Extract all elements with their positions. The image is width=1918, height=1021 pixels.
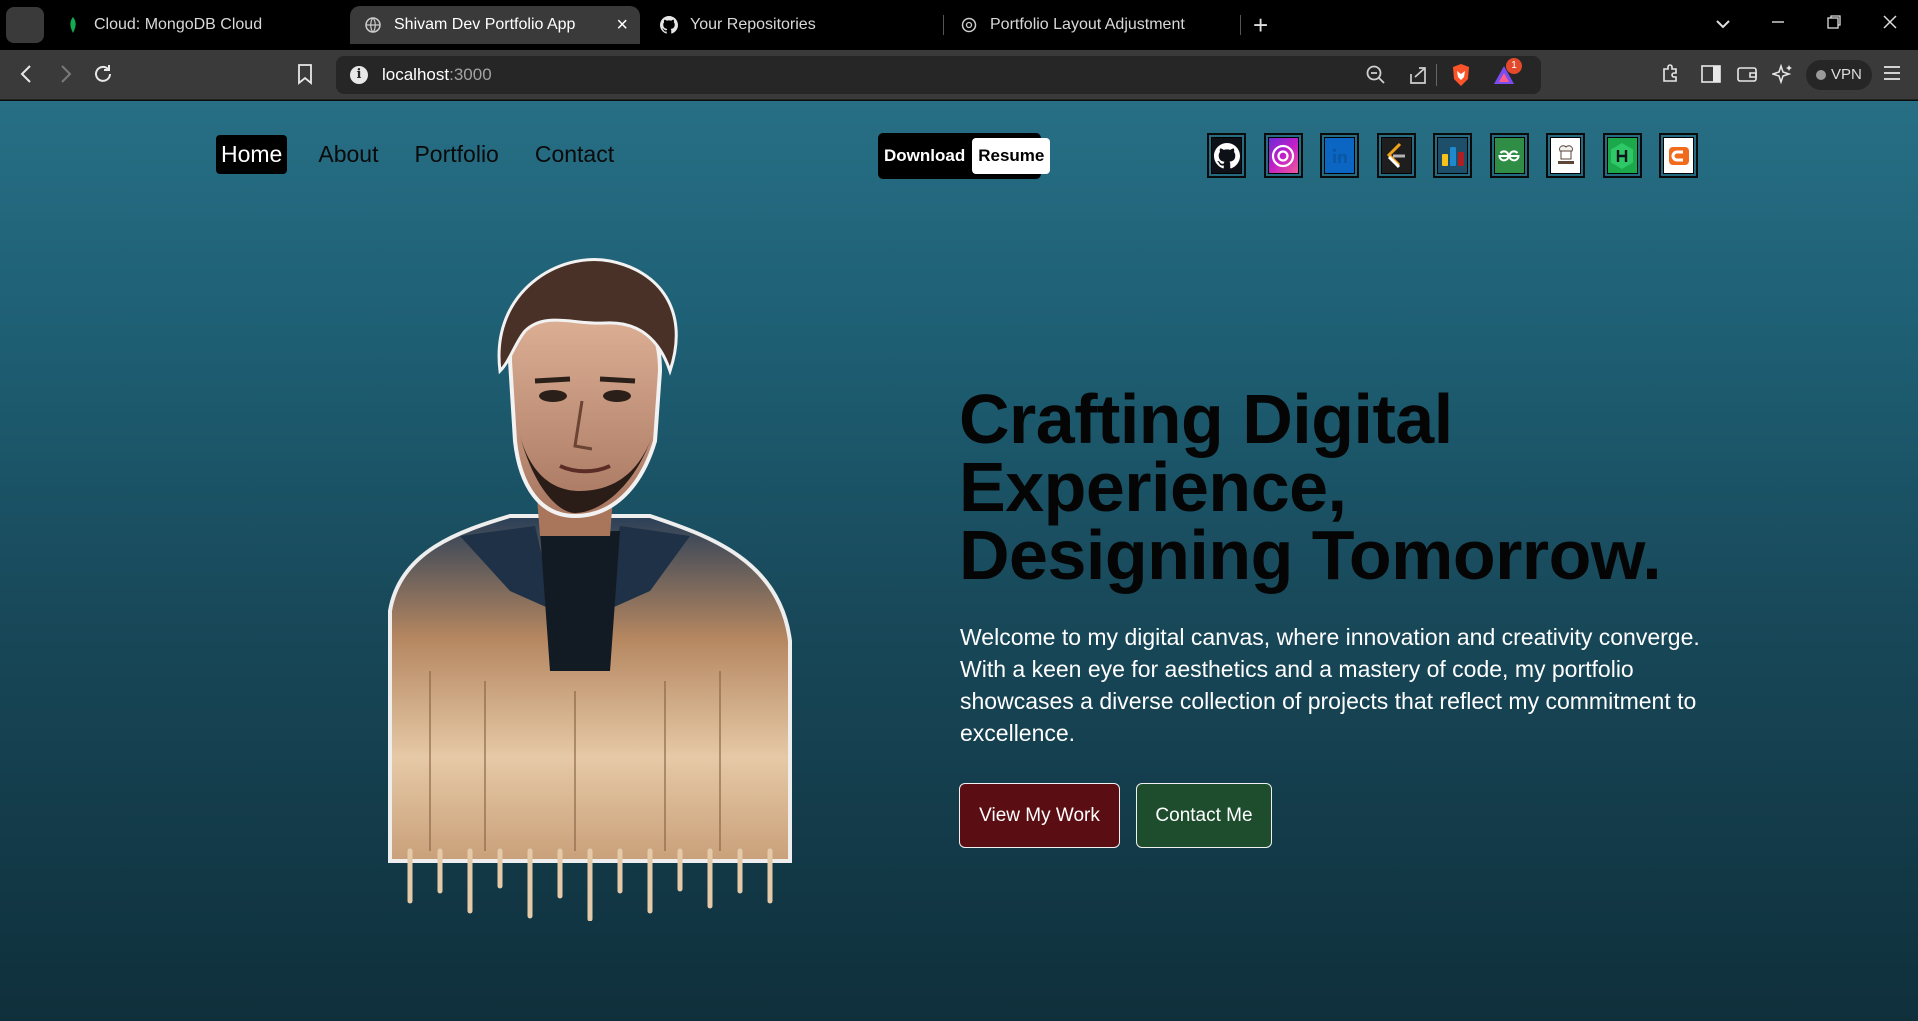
hero-title-line-1: Crafting Digital	[959, 380, 1453, 458]
social-links	[1207, 133, 1716, 178]
hero-description: Welcome to my digital canvas, where inno…	[960, 624, 1700, 746]
hackerrank-link[interactable]	[1602, 133, 1642, 178]
github-icon	[660, 16, 678, 34]
vpn-status-dot	[1816, 70, 1826, 80]
codeforces-link[interactable]	[1433, 133, 1472, 178]
share-icon[interactable]	[1408, 65, 1428, 89]
contact-me-button[interactable]: Contact Me	[1136, 783, 1272, 848]
notification-badge: 1	[1506, 58, 1522, 74]
mongodb-leaf-icon	[64, 16, 82, 34]
address-bar[interactable]: i localhost:3000 1	[336, 56, 1541, 94]
nav-portfolio[interactable]: Portfolio	[409, 135, 503, 174]
hero-title: Crafting Digital Experience, Designing T…	[959, 380, 1719, 594]
tab-title: Portfolio Layout Adjustment	[990, 16, 1185, 33]
leetcode-icon	[1380, 137, 1412, 174]
main-nav: Home About Portfolio Contact	[216, 135, 645, 174]
tab-separator	[1240, 15, 1241, 35]
download-label: Download	[884, 146, 966, 165]
url-separator	[1436, 64, 1437, 86]
tab-separator	[943, 15, 944, 35]
minimize-icon[interactable]	[1770, 12, 1786, 36]
hero-title-line-2: Experience,	[959, 448, 1347, 526]
close-icon[interactable]: ×	[616, 15, 628, 35]
nav-about[interactable]: About	[313, 135, 383, 174]
nav-home[interactable]: Home	[216, 135, 288, 174]
instagram-link[interactable]	[1263, 133, 1303, 178]
chatgpt-icon	[960, 16, 978, 34]
codingninjas-icon	[1663, 137, 1694, 174]
hackerrank-icon	[1606, 137, 1638, 174]
extensions-icon[interactable]	[1660, 63, 1682, 90]
tab-portfolio[interactable]: Shivam Dev Portfolio App ×	[350, 6, 640, 44]
sidebar-toggle-icon[interactable]	[1700, 63, 1722, 90]
leetcode-link[interactable]	[1376, 133, 1416, 178]
tab-chatgpt[interactable]: Portfolio Layout Adjustment	[960, 6, 1240, 44]
tab-mongodb[interactable]: Cloud: MongoDB Cloud	[64, 6, 344, 44]
browser-toolbar: i localhost:3000 1 VPN	[0, 50, 1918, 100]
globe-icon	[364, 16, 382, 34]
forward-icon[interactable]	[56, 63, 74, 90]
linkedin-icon	[1324, 137, 1355, 174]
url-text[interactable]: localhost:3000	[382, 65, 492, 85]
tab-title: Cloud: MongoDB Cloud	[94, 16, 263, 33]
codechef-link[interactable]	[1546, 133, 1585, 178]
reload-icon[interactable]	[92, 63, 114, 90]
tab-title: Your Repositories	[690, 16, 816, 33]
codeforces-icon	[1437, 137, 1468, 174]
tab-repositories[interactable]: Your Repositories	[660, 6, 940, 44]
restore-icon[interactable]	[1826, 12, 1842, 36]
tab-list-chevron-icon[interactable]	[1715, 12, 1731, 36]
zoom-out-icon[interactable]	[1366, 65, 1386, 89]
download-resume-button[interactable]: Download Resume	[878, 133, 1051, 179]
site-info-icon[interactable]: i	[350, 66, 368, 84]
nav-contact[interactable]: Contact	[530, 135, 619, 174]
geeksforgeeks-link[interactable]	[1489, 133, 1529, 178]
linkedin-link[interactable]	[1320, 133, 1359, 178]
github-icon	[1211, 137, 1242, 174]
instagram-icon	[1267, 137, 1299, 174]
codechef-icon	[1550, 137, 1581, 174]
portrait-illustration	[388, 258, 792, 921]
view-my-work-button[interactable]: View My Work	[959, 783, 1120, 848]
portfolio-page: Home About Portfolio Contact Download Re…	[0, 101, 1918, 1021]
github-link[interactable]	[1207, 133, 1246, 178]
tab-title: Shivam Dev Portfolio App	[394, 16, 576, 33]
browser-tab-bar: Cloud: MongoDB Cloud Shivam Dev Portfoli…	[0, 0, 1918, 50]
codingninjas-link[interactable]	[1659, 133, 1698, 178]
leo-ai-icon[interactable]	[1770, 63, 1794, 90]
vpn-button[interactable]: VPN	[1806, 60, 1872, 90]
geeksforgeeks-icon	[1493, 137, 1525, 174]
new-tab-button[interactable]: +	[1253, 12, 1268, 38]
tab-sidebar-button[interactable]	[6, 7, 44, 43]
back-icon[interactable]	[18, 63, 36, 90]
menu-icon[interactable]	[1882, 63, 1902, 88]
brave-shields-icon[interactable]	[1450, 63, 1472, 91]
hero-title-line-3: Designing Tomorrow.	[959, 516, 1662, 594]
wallet-icon[interactable]	[1736, 63, 1758, 90]
window-close-icon[interactable]	[1882, 12, 1898, 36]
bookmark-icon[interactable]	[296, 63, 314, 90]
resume-label: Resume	[972, 138, 1051, 174]
